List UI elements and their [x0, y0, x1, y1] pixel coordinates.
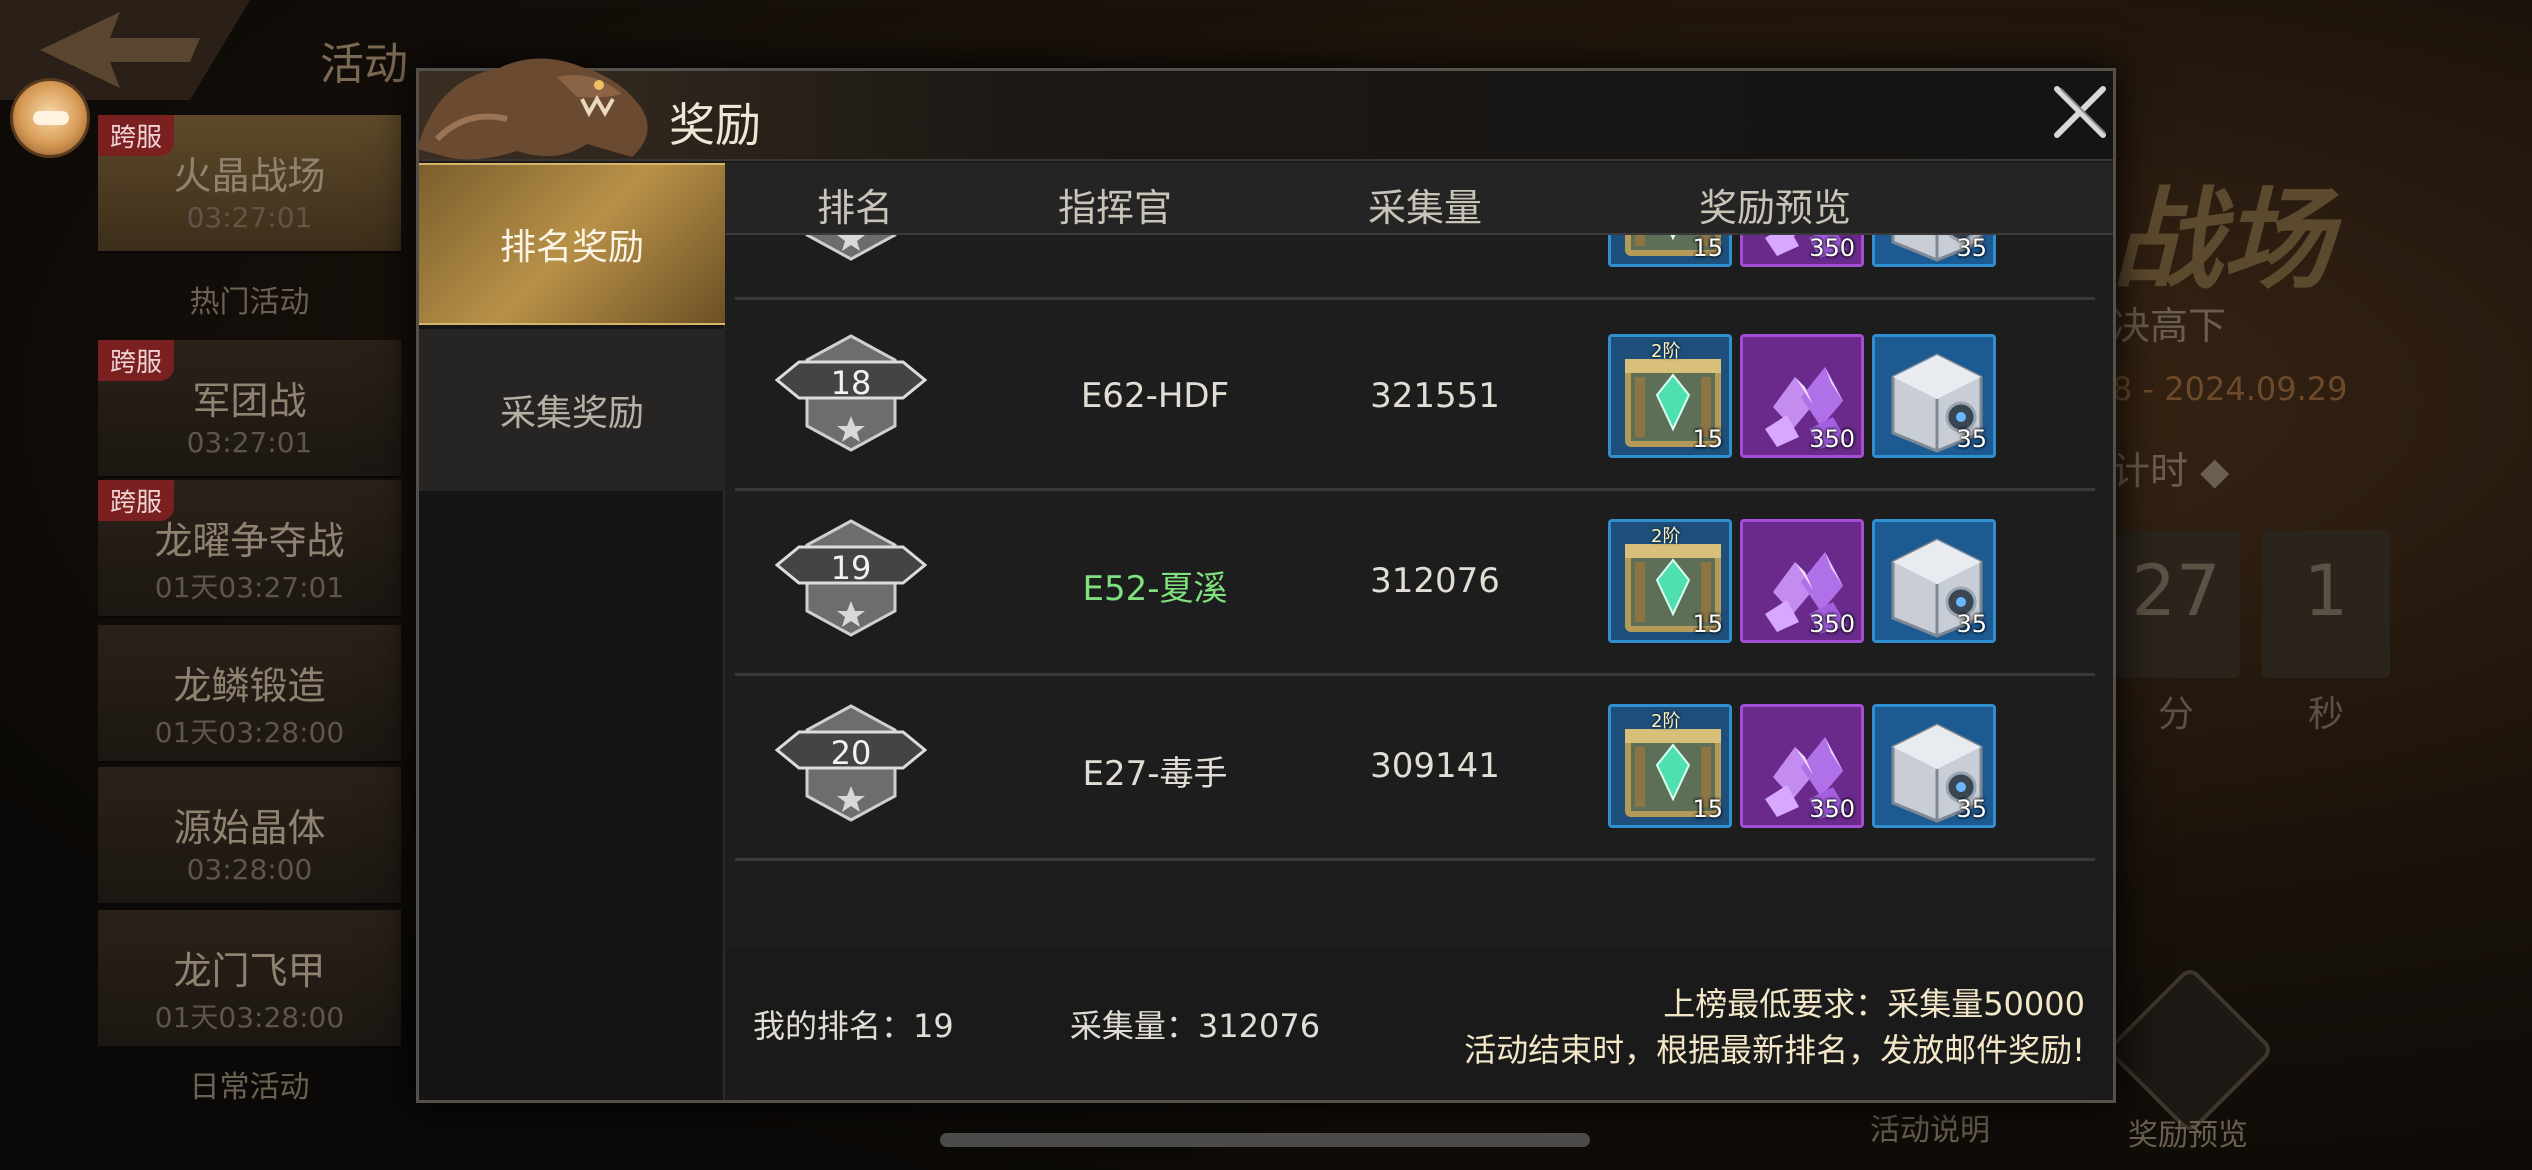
event-detail-panel: 战场 决高下 8 - 2024.09.29 计时 ◆ 27 分 1 秒 [2112, 150, 2532, 1050]
reward-count: 350 [1809, 795, 1855, 823]
side-section-header: 日常活动 [189, 1070, 310, 1105]
column-commander: 指挥官 [1057, 186, 1172, 230]
reward-count: 35 [1956, 234, 1987, 262]
ranking-table[interactable]: 排名 指挥官 采集量 奖励预览 17E30-标志6663229502阶15350… [725, 163, 2113, 949]
player-avatar[interactable] [10, 78, 90, 158]
silver-crate-icon[interactable]: 35 [1872, 519, 1996, 643]
side-item-label: 龙门飞甲 [173, 949, 326, 993]
side-item-activity[interactable]: 跨服 龙曜争夺战 01天03:27:01 [98, 480, 401, 618]
silver-crate-icon[interactable]: 35 [1872, 334, 1996, 458]
side-item-activity[interactable]: 龙鳞锻造 01天03:28:00 [98, 625, 401, 763]
tab-rank-rewards[interactable]: 排名奖励 [419, 163, 725, 325]
side-item-label: 龙鳞锻造 [173, 664, 326, 708]
side-item-activity[interactable]: 龙门飞甲 01天03:28:00 [98, 910, 401, 1048]
minimum-requirement-text: 上榜最低要求：采集量50000 [1663, 985, 2085, 1023]
reward-tier-label: 2阶 [1651, 341, 1681, 362]
collect-amount: 309141 [1370, 746, 1500, 786]
tier-2-chest-icon[interactable]: 2阶 15 [1608, 704, 1732, 828]
purple-crystal-icon[interactable]: 350 [1740, 704, 1864, 828]
table-row[interactable]: 19 E52-夏溪 312076 2阶 15 350 35 [735, 491, 2095, 676]
rank-number: 19 [830, 549, 872, 587]
reward-count: 350 [1809, 610, 1855, 638]
side-item-timer: 03:27:01 [186, 201, 313, 234]
side-item-label: 军团战 [192, 379, 307, 423]
my-amount-text: 采集量：312076 [1069, 1007, 1321, 1045]
side-item-timer: 01天03:28:00 [154, 1001, 345, 1034]
collect-amount: 321551 [1370, 376, 1500, 416]
side-item-timer: 03:28:00 [186, 853, 313, 886]
reward-count: 35 [1956, 610, 1987, 638]
commander-name[interactable]: E52-夏溪 [935, 561, 1375, 610]
reward-tab-column: 排名奖励 采集奖励 [419, 163, 725, 1100]
dialog-header: 奖励 [417, 58, 2113, 161]
side-section-header: 热门活动 [189, 285, 310, 320]
side-item-activity[interactable]: 源始晶体 03:28:00 [98, 767, 401, 905]
reward-count: 15 [1692, 610, 1723, 638]
rank-number: 20 [830, 734, 872, 772]
seconds-value: 1 [2303, 550, 2349, 632]
dialog-title: 奖励 [669, 98, 761, 152]
side-item-timer: 01天03:27:01 [154, 571, 345, 604]
table-row[interactable]: 20 E27-毒手 309141 2阶 15 350 35 [735, 676, 2095, 861]
column-rank: 排名 [816, 186, 893, 230]
tab-collect-rewards[interactable]: 采集奖励 [419, 329, 725, 491]
silver-crate-icon[interactable]: 35 [1872, 704, 1996, 828]
purple-crystal-icon[interactable]: 350 [1740, 519, 1864, 643]
event-subtitle: 决高下 [2112, 304, 2227, 348]
collect-amount: 312076 [1370, 561, 1500, 601]
close-icon[interactable] [2049, 81, 2111, 143]
purple-crystal-icon[interactable]: 350 [1740, 334, 1864, 458]
home-indicator[interactable] [940, 1133, 1590, 1147]
seconds-unit: 秒 [2307, 694, 2344, 735]
reward-tier-label: 2阶 [1651, 711, 1681, 732]
table-row[interactable]: 18 E62-HDF 321551 2阶 15 350 35 [735, 306, 2095, 491]
side-item-label: 源始晶体 [173, 806, 326, 850]
tier-2-chest-icon[interactable]: 2阶 15 [1608, 334, 1732, 458]
event-title: 战场 [2112, 176, 2332, 304]
activity-info-button[interactable]: 活动说明 [1870, 1105, 1990, 1149]
reward-tier-label: 2阶 [1651, 526, 1681, 547]
reward-count: 15 [1692, 425, 1723, 453]
my-rank-text: 我的排名：19 [753, 1007, 954, 1045]
reward-count: 15 [1692, 234, 1723, 262]
dinosaur-emblem-icon [417, 58, 648, 160]
minutes-unit: 分 [2157, 694, 2194, 735]
column-reward-preview: 奖励预览 [1698, 186, 1851, 230]
commander-name[interactable]: E62-HDF [935, 376, 1375, 416]
side-item-timer: 01天03:28:00 [154, 716, 345, 749]
commander-name[interactable]: E27-毒手 [935, 746, 1375, 795]
dialog-footer: 我的排名：19 采集量：312076 上榜最低要求：采集量50000 活动结束时… [725, 949, 2113, 1100]
countdown-label: 计时 ◆ [2112, 449, 2230, 493]
side-item-activity[interactable]: 跨服 火晶战场 03:27:01 [98, 115, 401, 253]
reward-count: 35 [1956, 425, 1987, 453]
side-item-label: 龙曜争夺战 [154, 519, 345, 563]
side-item-timer: 03:27:01 [186, 426, 313, 459]
table-header: 排名 指挥官 采集量 奖励预览 [725, 163, 2113, 235]
reward-count: 350 [1809, 425, 1855, 453]
side-item-label: 火晶战场 [173, 154, 326, 198]
activity-page-title: 活动 [320, 39, 408, 90]
event-date-range: 8 - 2024.09.29 [2112, 370, 2348, 408]
column-amount: 采集量 [1367, 186, 1482, 230]
reward-preview-button[interactable]: 奖励预览 [2128, 1110, 2248, 1154]
reward-count: 35 [1956, 795, 1987, 823]
tier-2-chest-icon[interactable]: 2阶 15 [1608, 519, 1732, 643]
minutes-value: 27 [2131, 550, 2221, 632]
reward-count: 15 [1692, 795, 1723, 823]
reward-mail-note: 活动结束时，根据最新排名，发放邮件奖励! [1464, 1031, 2085, 1069]
reward-dialog: 奖励 排名奖励 采集奖励 排名 指挥官 采集量 奖励预览 17E30-标志666… [416, 58, 2116, 1103]
reward-count: 350 [1809, 234, 1855, 262]
rank-number: 18 [830, 364, 872, 402]
side-item-activity[interactable]: 跨服 军团战 03:27:01 [98, 340, 401, 478]
